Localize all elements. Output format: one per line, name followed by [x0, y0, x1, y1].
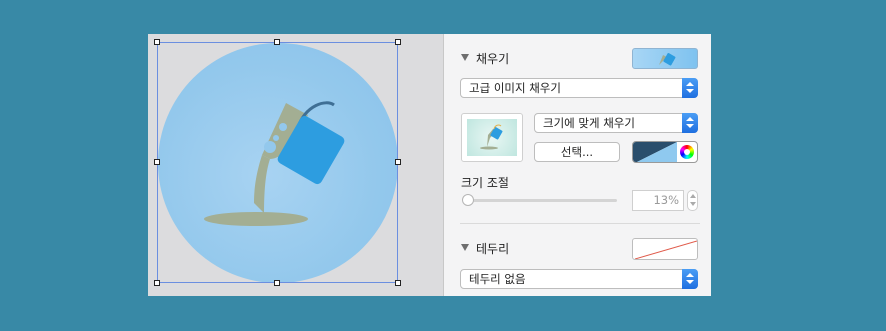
- tint-swatch: [633, 142, 677, 162]
- resize-handle-top[interactable]: [274, 39, 280, 45]
- fill-type-popup[interactable]: 고급 이미지 채우기: [460, 78, 698, 98]
- resize-handle-bottom[interactable]: [274, 280, 280, 286]
- border-swatch-button[interactable]: [632, 238, 698, 260]
- resize-handle-left[interactable]: [154, 159, 160, 165]
- resize-handle-right[interactable]: [395, 159, 401, 165]
- fill-swatch-button[interactable]: [632, 48, 698, 69]
- paint-bucket-icon: [480, 124, 503, 150]
- scale-label: 크기 조절: [461, 176, 509, 190]
- scale-stepper[interactable]: [687, 190, 698, 211]
- color-wheel-icon[interactable]: [680, 145, 694, 159]
- resize-handle-top-left[interactable]: [154, 39, 160, 45]
- popup-arrows-icon: [682, 113, 698, 133]
- fill-disclosure-icon[interactable]: [461, 54, 469, 61]
- fill-type-value: 고급 이미지 채우기: [469, 81, 561, 95]
- popup-arrows-icon: [682, 78, 698, 98]
- scale-slider-knob[interactable]: [462, 194, 474, 206]
- scale-mode-value: 크기에 맞게 채우기: [543, 116, 635, 130]
- border-disclosure-icon[interactable]: [461, 244, 469, 251]
- section-divider: [460, 223, 700, 224]
- resize-handle-bottom-left[interactable]: [154, 280, 160, 286]
- fill-image-thumbnail[interactable]: [461, 113, 523, 162]
- paint-bucket-icon: [659, 53, 676, 66]
- choose-image-button[interactable]: 선택...: [534, 142, 620, 162]
- scale-slider-track[interactable]: [464, 199, 617, 202]
- border-type-popup[interactable]: 테두리 없음: [460, 269, 698, 289]
- resize-handle-bottom-right[interactable]: [395, 280, 401, 286]
- scale-mode-popup[interactable]: 크기에 맞게 채우기: [534, 113, 698, 133]
- tint-color-well[interactable]: [632, 141, 698, 163]
- fill-section-title: 채우기: [476, 52, 510, 66]
- resize-handle-top-right[interactable]: [395, 39, 401, 45]
- border-section-title: 테두리: [476, 242, 510, 256]
- popup-arrows-icon: [682, 269, 698, 289]
- format-sidebar: 채우기 고급 이미지 채우기 크기에 맞게 채우기 선택... 크기 조절 13…: [443, 34, 711, 296]
- no-border-icon: [634, 240, 697, 259]
- selection-box: [157, 42, 398, 283]
- thumbnail-preview: [467, 119, 517, 156]
- border-type-value: 테두리 없음: [469, 272, 526, 286]
- canvas[interactable]: [148, 34, 443, 296]
- scale-input[interactable]: 13%: [632, 190, 684, 211]
